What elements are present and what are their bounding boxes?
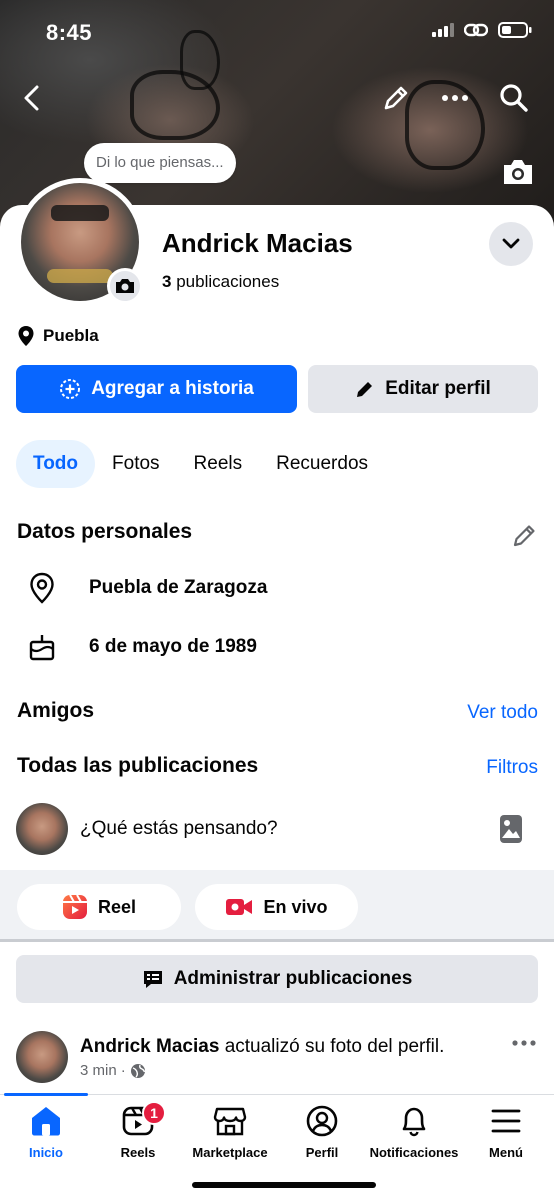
post-meta: 3 min · <box>80 1062 146 1079</box>
detail-birthday: 6 de mayo de 1989 <box>27 632 257 662</box>
nav-perfil[interactable]: Perfil <box>276 1105 368 1160</box>
status-bar: 8:45 <box>0 0 554 64</box>
menu-icon <box>491 1109 521 1133</box>
live-video-icon <box>226 899 253 915</box>
nav-marketplace-label: Marketplace <box>192 1145 268 1160</box>
city-text: Puebla de Zaragoza <box>89 577 268 598</box>
post-action: actualizó su foto del perfil. <box>224 1036 445 1057</box>
tab-reels[interactable]: Reels <box>177 440 260 488</box>
avatar-sunglasses <box>51 205 109 221</box>
live-button[interactable]: En vivo <box>195 884 358 930</box>
profile-icon <box>306 1105 338 1137</box>
home-icon <box>32 1107 60 1136</box>
chevron-down-icon <box>502 238 520 249</box>
profile-name: Andrick Macias <box>162 228 353 258</box>
post-time[interactable]: 3 min <box>80 1062 117 1079</box>
camera-icon <box>116 279 134 293</box>
live-label: En vivo <box>263 896 328 917</box>
post-more-icon[interactable] <box>512 1034 536 1052</box>
posts-count: 3 <box>162 272 172 291</box>
detail-city: Puebla de Zaragoza <box>27 572 267 604</box>
birthday-cake-icon <box>27 632 57 662</box>
reel-label: Reel <box>97 896 137 917</box>
back-icon[interactable] <box>10 76 54 120</box>
avatar-camera-button[interactable] <box>107 268 143 304</box>
nav-perfil-label: Perfil <box>305 1145 339 1160</box>
avatar-chain <box>47 269 113 283</box>
birthday-text: 6 de mayo de 1989 <box>89 636 257 657</box>
nav-marketplace[interactable]: Marketplace <box>184 1105 276 1160</box>
home-indicator <box>192 1182 376 1188</box>
nav-active-indicator <box>4 1093 88 1096</box>
composer-avatar[interactable] <box>16 803 68 855</box>
edit-cover-icon[interactable] <box>374 76 418 120</box>
nav-reels-label: Reels <box>120 1145 156 1160</box>
pencil-icon <box>357 382 373 397</box>
nav-inicio[interactable]: Inicio <box>0 1105 92 1160</box>
tab-fotos[interactable]: Fotos <box>95 440 177 488</box>
reel-button[interactable]: Reel <box>17 884 181 930</box>
nav-menu[interactable]: Menú <box>460 1105 552 1160</box>
personal-data-title: Datos personales <box>17 520 193 543</box>
manage-posts-label: Administrar publicaciones <box>173 968 413 989</box>
more-icon[interactable] <box>433 76 477 120</box>
edit-profile-label: Editar perfil <box>385 378 491 399</box>
nav-menu-label: Menú <box>489 1145 523 1160</box>
profile-switch-button[interactable] <box>489 222 533 266</box>
location-outline-icon <box>27 572 57 604</box>
friends-see-all-link[interactable]: Ver todo <box>467 702 538 724</box>
reels-badge: 1 <box>142 1101 166 1125</box>
filters-link[interactable]: Filtros <box>486 757 538 779</box>
globe-icon <box>130 1063 145 1078</box>
posts-count-line[interactable]: 3 publicaciones <box>162 272 279 292</box>
posts-label: publicaciones <box>176 272 280 291</box>
nav-reels[interactable]: 1 Reels <box>92 1101 184 1160</box>
reels-colored-icon <box>62 894 87 919</box>
search-icon[interactable] <box>492 76 536 120</box>
tab-todo[interactable]: Todo <box>16 440 96 488</box>
photo-icon[interactable] <box>499 814 523 849</box>
status-time: 8:45 <box>46 20 93 45</box>
add-story-icon <box>60 379 81 399</box>
nav-notificaciones-label: Notificaciones <box>369 1145 459 1160</box>
add-story-label: Agregar a historia <box>91 378 254 399</box>
profile-location: Puebla <box>17 325 99 347</box>
all-posts-title: Todas las publicaciones <box>17 754 259 777</box>
post-author[interactable]: Andrick Macias <box>80 1036 219 1057</box>
manage-posts-icon <box>143 971 162 988</box>
battery-icon <box>498 22 532 38</box>
post-header: Andrick Macias actualizó su foto del per… <box>80 1036 444 1058</box>
cover-camera-icon[interactable] <box>496 150 540 194</box>
tab-recuerdos[interactable]: Recuerdos <box>259 440 385 488</box>
bell-icon <box>402 1107 426 1137</box>
location-text: Puebla <box>43 326 99 345</box>
edit-details-icon[interactable] <box>512 522 538 553</box>
status-icons <box>432 22 532 38</box>
marketplace-icon <box>213 1107 247 1136</box>
link-icon <box>464 23 488 37</box>
profile-tabs: Todo Fotos Reels Recuerdos <box>16 440 385 488</box>
thought-bubble[interactable]: Di lo que piensas... <box>84 143 236 183</box>
manage-posts-button[interactable]: Administrar publicaciones <box>16 955 538 1003</box>
post-author-avatar[interactable] <box>16 1031 68 1083</box>
friends-title: Amigos <box>17 699 95 722</box>
composer-input[interactable]: ¿Qué estás pensando? <box>80 818 278 840</box>
signal-icon <box>432 23 454 37</box>
add-story-button[interactable]: Agregar a historia <box>16 365 297 413</box>
location-pin-icon <box>18 326 34 346</box>
edit-profile-button[interactable]: Editar perfil <box>308 365 538 413</box>
nav-inicio-label: Inicio <box>29 1145 63 1160</box>
nav-notificaciones[interactable]: Notificaciones <box>368 1105 460 1160</box>
